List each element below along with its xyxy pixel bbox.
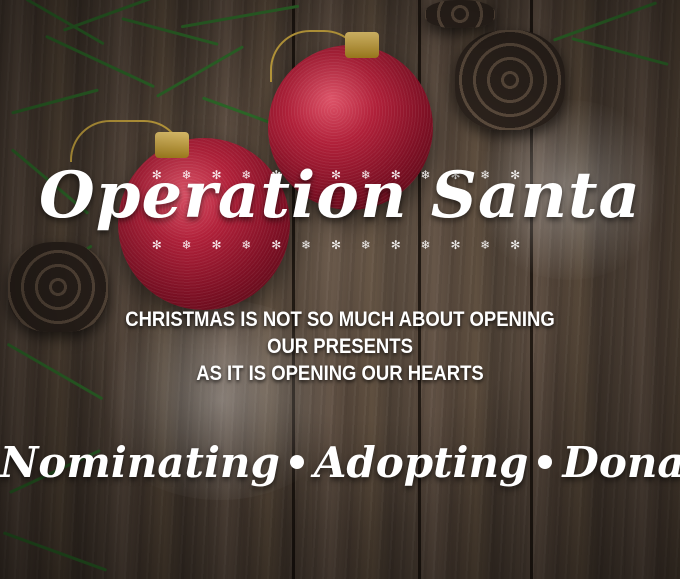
- poster-title: Operation Santa: [38, 158, 642, 233]
- quote-line: CHRISTMAS IS NOT SO MUCH ABOUT OPENING: [125, 308, 555, 331]
- quote-line: AS IT IS OPENING OUR HEARTS: [196, 362, 484, 385]
- bullet-dot: [289, 455, 304, 469]
- christmas-quote: CHRISTMAS IS NOT SO MUCH ABOUT OPENING O…: [41, 306, 639, 387]
- tagline: Nominating Adopting Donating: [0, 438, 680, 487]
- bullet-dot: [538, 455, 553, 469]
- tagline-word: Adopting: [313, 438, 529, 487]
- tagline-word: Nominating: [0, 438, 280, 487]
- poster: ✻ ❄ ✻ ❄ ✻ ❄ ✻ ❄ ✻ ❄ ✻ ❄ ✻ Operation Sant…: [0, 0, 680, 579]
- vignette: [0, 0, 680, 579]
- snowflake-sparkles: ✻ ❄ ✻ ❄ ✻ ❄ ✻ ❄ ✻ ❄ ✻ ❄ ✻: [151, 238, 529, 252]
- quote-line: OUR PRESENTS: [267, 335, 413, 358]
- tagline-word: Donating: [562, 438, 680, 487]
